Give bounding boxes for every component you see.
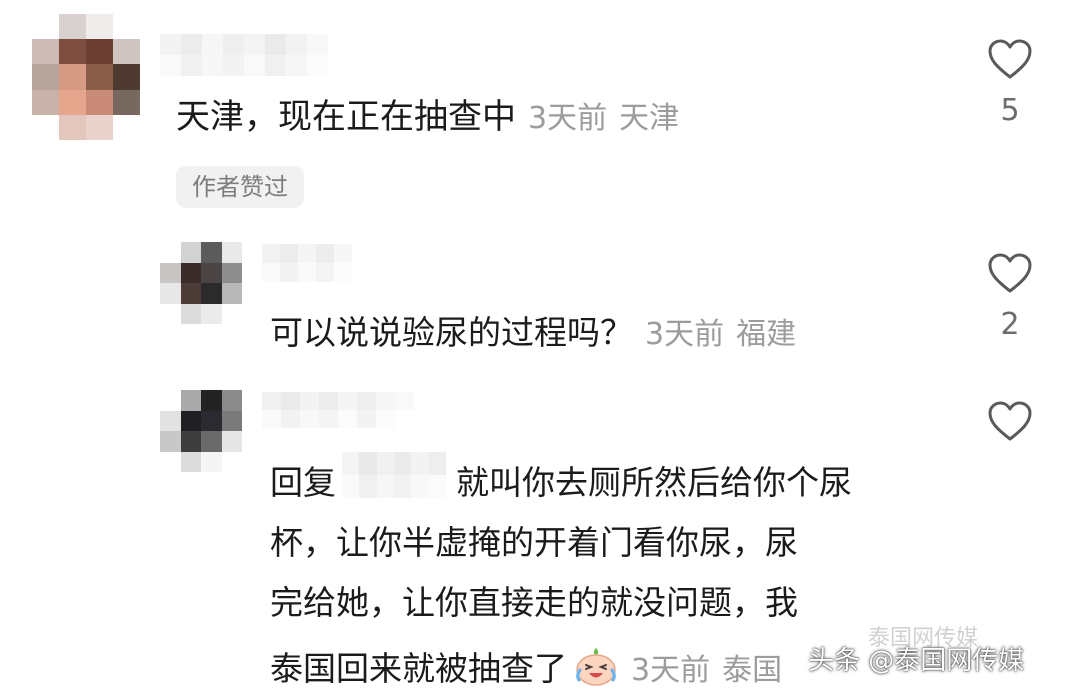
like-button-reply-2[interactable] bbox=[980, 400, 1040, 458]
reply-2-line-2: 杯，让你半虚掩的开着门看你尿，尿 bbox=[270, 523, 798, 562]
crying-laughing-emoji-icon bbox=[573, 646, 619, 691]
author-liked-badge: 作者赞过 bbox=[176, 166, 304, 208]
avatar-main-commenter[interactable] bbox=[32, 14, 140, 140]
reply-2-location: 泰国 bbox=[722, 653, 783, 688]
reply-2-time: 3天前 bbox=[631, 653, 711, 688]
heart-outline-icon bbox=[988, 39, 1032, 79]
comment-body: 天津，现在正在抽查中 bbox=[176, 97, 516, 137]
avatar-reply-1[interactable] bbox=[160, 242, 242, 324]
comment-text: 天津，现在正在抽查中 3天前 天津 bbox=[176, 100, 679, 134]
avatar-reply-2[interactable] bbox=[160, 390, 242, 472]
comment-time: 3天前 bbox=[528, 101, 608, 136]
reply-2-prefix: 回复 bbox=[270, 463, 336, 502]
reply-2-line-1: 回复 就叫你去厕所然后给你个尿 bbox=[270, 466, 852, 499]
username-reply-2[interactable] bbox=[262, 392, 414, 428]
reply-2-line-4: 泰国回来就被抽查了 3天前 泰国 bbox=[270, 646, 782, 691]
username-main-commenter[interactable] bbox=[160, 34, 328, 76]
reply-1-location: 福建 bbox=[736, 317, 797, 352]
comment-location: 天津 bbox=[619, 101, 680, 136]
reply-1-time: 3天前 bbox=[645, 317, 725, 352]
like-button-comment[interactable]: 5 bbox=[980, 38, 1040, 126]
reply-1-body: 可以说说验尿的过程吗？ bbox=[270, 313, 633, 352]
reply-2-text-1: 就叫你去厕所然后给你个尿 bbox=[456, 463, 852, 502]
reply-2-text-4: 泰国回来就被抽查了 bbox=[270, 649, 567, 688]
like-count-reply-1: 2 bbox=[1000, 307, 1020, 342]
reply-1-text: 可以说说验尿的过程吗？ 3天前 福建 bbox=[270, 316, 796, 350]
watermark-text: 头条 @泰国网传媒 bbox=[808, 646, 1025, 676]
like-count-comment: 5 bbox=[1000, 93, 1020, 128]
like-button-reply-1[interactable]: 2 bbox=[980, 252, 1040, 340]
heart-outline-icon bbox=[988, 253, 1032, 293]
username-reply-1[interactable] bbox=[262, 244, 352, 282]
comment-thread: 天津，现在正在抽查中 3天前 天津 作者赞过 5 可以说说验尿的过程吗？ 3天前 福建 … bbox=[0, 0, 1080, 698]
watermark: 头条 @泰国网传媒 bbox=[808, 648, 1024, 674]
reply-2-line-3: 完给她，让你直接走的就没问题，我 bbox=[270, 583, 798, 622]
heart-outline-icon bbox=[988, 401, 1032, 441]
